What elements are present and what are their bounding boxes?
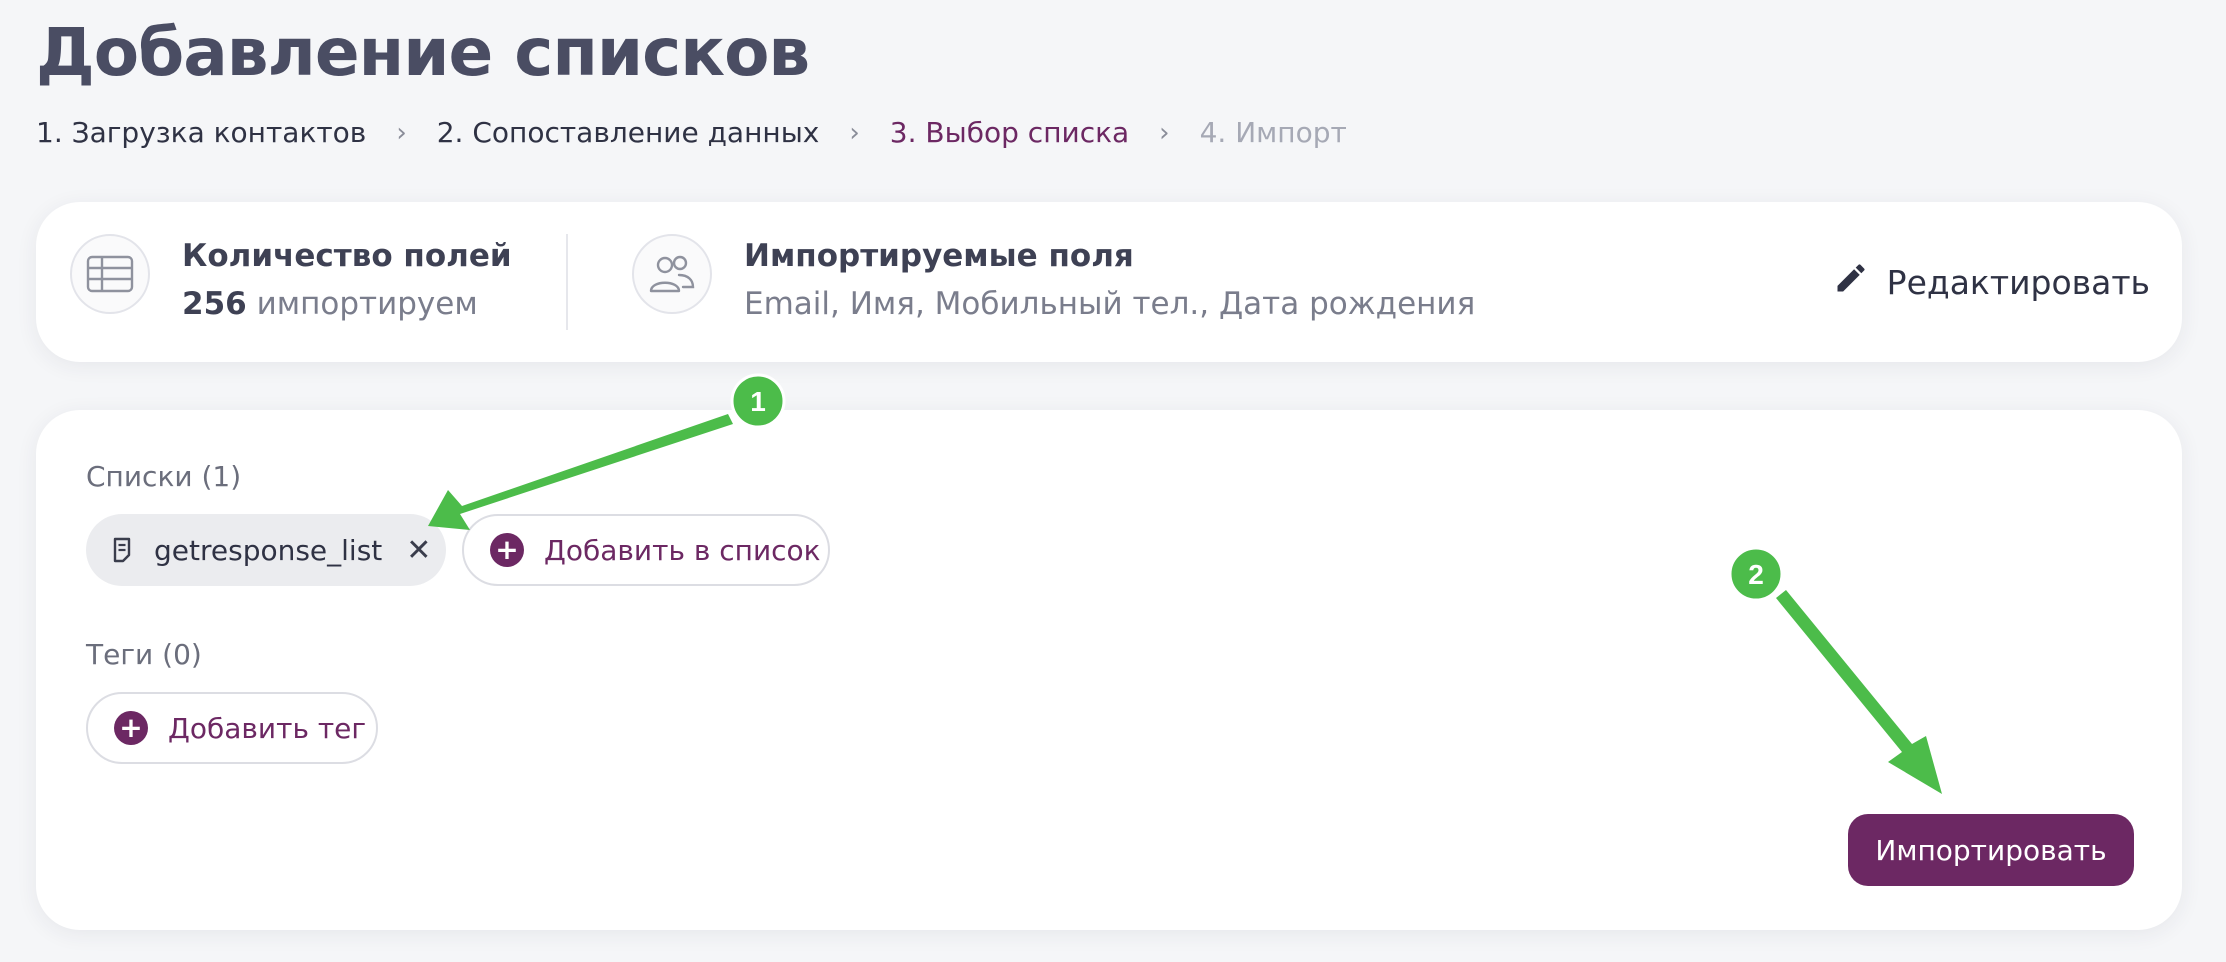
table-icon xyxy=(70,234,150,314)
chevron-right-icon: › xyxy=(396,117,407,148)
imported-fields-title: Импортируемые поля xyxy=(744,238,1134,274)
edit-button[interactable]: Редактировать xyxy=(1833,254,2150,310)
breadcrumb-step-list-select: 3. Выбор списка xyxy=(889,116,1130,149)
divider xyxy=(566,234,568,330)
add-to-list-button[interactable]: + Добавить в список xyxy=(462,514,830,586)
import-summary-card: Количество полей 256 импортируем Импорти… xyxy=(36,202,2182,362)
breadcrumb-step-upload[interactable]: 1. Загрузка контактов xyxy=(36,116,366,149)
tags-label: Теги (0) xyxy=(86,638,202,671)
page-title: Добавление списков xyxy=(36,14,810,91)
breadcrumb: 1. Загрузка контактов › 2. Сопоставление… xyxy=(36,116,1347,149)
import-button[interactable]: Импортировать xyxy=(1848,814,2134,886)
list-chip[interactable]: getresponse_list ✕ xyxy=(86,514,446,586)
fields-count-title: Количество полей xyxy=(182,238,512,274)
breadcrumb-step-mapping[interactable]: 2. Сопоставление данных xyxy=(437,116,820,149)
plus-icon: + xyxy=(490,533,524,567)
list-selection-card: Списки (1) getresponse_list ✕ + Добавить… xyxy=(36,410,2182,930)
breadcrumb-step-import: 4. Импорт xyxy=(1199,116,1347,149)
fields-count-value: 256 импортируем xyxy=(182,286,478,322)
edit-button-label: Редактировать xyxy=(1886,262,2150,302)
fields-count-number: 256 xyxy=(182,286,247,322)
users-icon xyxy=(632,234,712,314)
lists-label: Списки (1) xyxy=(86,460,242,493)
add-tag-button[interactable]: + Добавить тег xyxy=(86,692,378,764)
pencil-icon xyxy=(1833,260,1869,304)
chevron-right-icon: › xyxy=(849,117,860,148)
imported-fields-value: Email, Имя, Мобильный тел., Дата рождени… xyxy=(744,286,1476,322)
add-to-list-label: Добавить в список xyxy=(544,533,821,567)
plus-icon: + xyxy=(114,711,148,745)
fields-count-suffix: импортируем xyxy=(256,286,478,322)
list-chip-label: getresponse_list xyxy=(154,533,383,567)
chevron-right-icon: › xyxy=(1159,117,1170,148)
list-icon xyxy=(112,537,132,563)
add-tag-label: Добавить тег xyxy=(168,711,367,745)
close-icon[interactable]: ✕ xyxy=(406,533,431,568)
